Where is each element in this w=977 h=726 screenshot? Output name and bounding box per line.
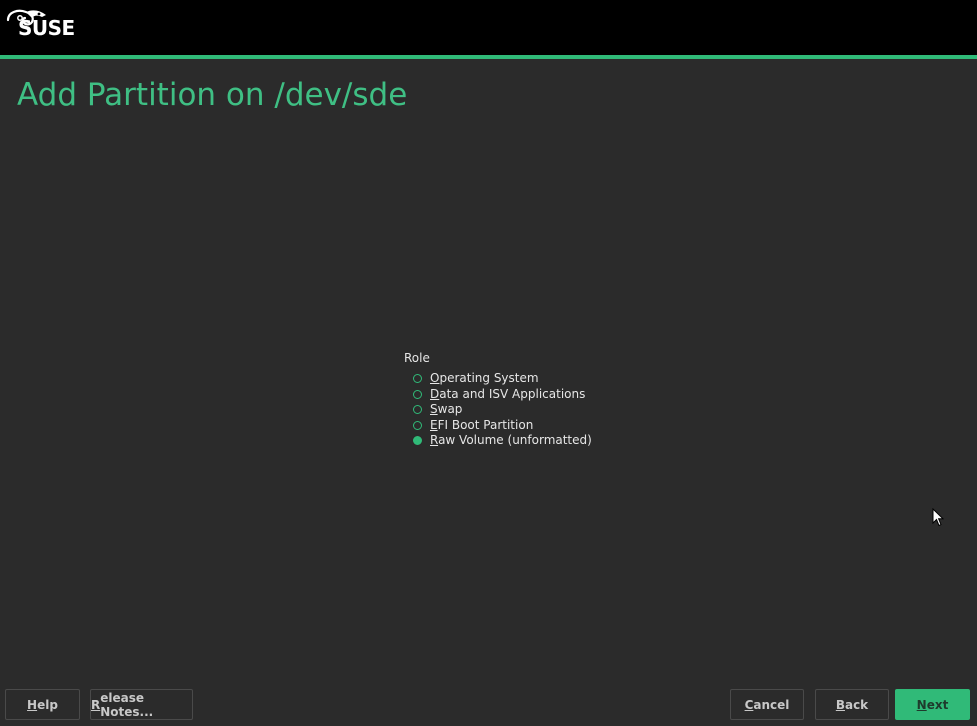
radio-button-checked-icon[interactable]	[413, 436, 422, 446]
role-option-swap[interactable]: Swap	[404, 402, 644, 418]
suse-logo-text: SUSE	[18, 16, 75, 40]
help-button[interactable]: Help	[5, 689, 80, 720]
role-option-label: Raw Volume (unformatted)	[430, 433, 592, 448]
role-option-raw-volume[interactable]: Raw Volume (unformatted)	[404, 433, 644, 449]
radio-button-icon[interactable]	[413, 374, 422, 384]
role-label: Role	[404, 351, 430, 365]
role-option-label: Swap	[430, 402, 463, 417]
role-option-efi-boot-partition[interactable]: EFI Boot Partition	[404, 418, 644, 434]
release-notes-button[interactable]: Release Notes...	[90, 689, 193, 720]
back-button[interactable]: Back	[815, 689, 889, 720]
role-radio-group: Role Operating System Data and ISV Appli…	[404, 350, 644, 449]
radio-button-icon[interactable]	[413, 405, 422, 415]
radio-button-icon[interactable]	[413, 420, 422, 430]
next-button[interactable]: Next	[895, 689, 970, 720]
header-accent-line	[0, 55, 977, 59]
top-header-bar: SUSE	[0, 0, 977, 55]
role-option-label: Data and ISV Applications	[430, 386, 586, 401]
cancel-button[interactable]: Cancel	[730, 689, 804, 720]
role-option-data-isv-applications[interactable]: Data and ISV Applications	[404, 387, 644, 403]
role-option-operating-system[interactable]: Operating System	[404, 371, 644, 387]
radio-button-icon[interactable]	[413, 389, 422, 399]
role-option-label: EFI Boot Partition	[430, 417, 534, 432]
mouse-pointer-icon	[932, 508, 944, 527]
role-option-label: Operating System	[430, 371, 539, 386]
page-title: Add Partition on /dev/sde	[17, 77, 408, 113]
